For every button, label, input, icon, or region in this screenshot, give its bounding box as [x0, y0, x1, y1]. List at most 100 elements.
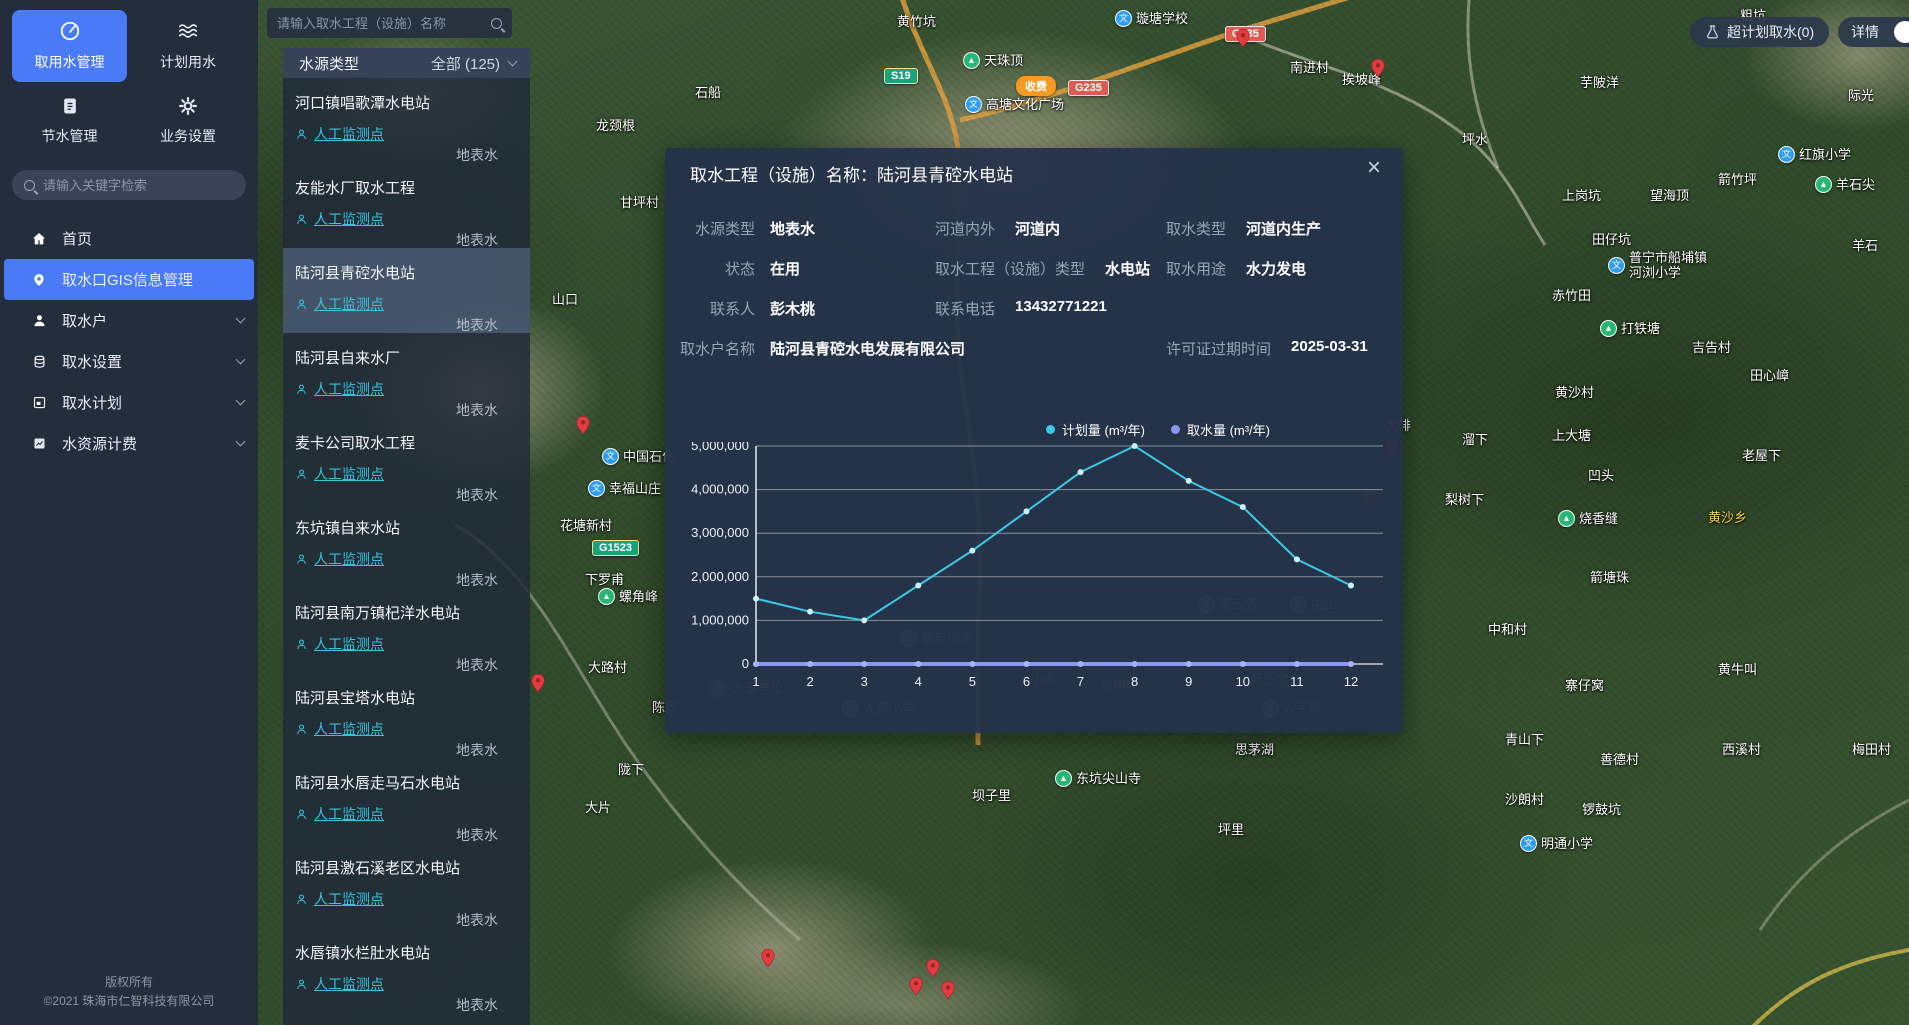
list-item[interactable]: 友能水厂取水工程人工监测点地表水 — [283, 163, 530, 248]
map-red-marker[interactable] — [938, 980, 958, 1000]
toggle-knob-icon[interactable] — [1894, 21, 1909, 43]
list-item[interactable]: 陆河县激石溪老区水电站人工监测点地表水 — [283, 843, 530, 928]
map-label: 黄竹坑 — [897, 14, 936, 29]
tile-label: 业务设置 — [160, 126, 216, 146]
map-label: ▲打铁塘 — [1600, 320, 1660, 337]
sidebar: 取用水管理 计划用水 节水管理 业务设置 — [0, 0, 258, 1025]
legend-dot-icon — [1171, 425, 1180, 434]
menu-item-gis-management[interactable]: 取水口GIS信息管理 — [4, 259, 254, 300]
station-meta: 人工监测点 — [295, 379, 516, 399]
menu-item-intake-plan[interactable]: 取水计划 — [0, 382, 258, 423]
svg-text:11: 11 — [1290, 674, 1304, 689]
map-red-marker[interactable] — [758, 948, 778, 968]
map-label: 芋陂洋 — [1580, 75, 1619, 90]
svg-text:3,000,000: 3,000,000 — [691, 525, 749, 540]
legend-entry: 取水量 (m³/年) — [1171, 420, 1270, 439]
keyword-search-input[interactable] — [43, 178, 213, 193]
monitor-tag: 人工监测点 — [295, 974, 384, 994]
station-search-input[interactable] — [277, 16, 491, 31]
map-label: 锣鼓坑 — [1582, 802, 1621, 817]
station-list: 河口镇唱歌潭水电站人工监测点地表水友能水厂取水工程人工监测点地表水陆河县青硿水电… — [283, 78, 530, 1013]
field-value: 水力发电 — [1246, 258, 1306, 279]
map-label: 老屋下 — [1742, 448, 1781, 463]
map-label: ▲羊石尖 — [1815, 176, 1875, 193]
chevron-down-icon — [236, 437, 246, 447]
list-item[interactable]: 水唇镇水栏肚水电站人工监测点地表水 — [283, 928, 530, 1013]
list-item[interactable]: 东坑镇自来水站人工监测点地表水 — [283, 503, 530, 588]
detail-toggle[interactable]: 详情 — [1838, 17, 1909, 47]
map-label: 龙颈根 — [596, 118, 635, 133]
menu-item-intake-settings[interactable]: 取水设置 — [0, 341, 258, 382]
intake-chart: 01,000,0002,000,0003,000,0004,000,0005,0… — [677, 442, 1391, 709]
field-label: 水源类型 — [665, 218, 755, 239]
field-value: 陆河县青硿水电发展有限公司 — [770, 338, 965, 359]
list-item[interactable]: 河口镇唱歌潭水电站人工监测点地表水 — [283, 78, 530, 163]
app-window: 黄竹坑石船龙颈根粗坑南进村挨坡峰芋陂洋际光坪水箭竹坪望海顶上岗坑甘坪村山口田仔坑… — [0, 0, 1909, 1025]
station-name: 陆河县南万镇杞洋水电站 — [295, 602, 516, 623]
filter-value: 全部 (125) — [431, 53, 500, 74]
menu-item-water-billing[interactable]: 水资源计费 — [0, 423, 258, 464]
tile-water-saving-mgmt[interactable]: 节水管理 — [12, 90, 127, 152]
menu-item-water-users[interactable]: 取水户 — [0, 300, 258, 341]
field-value: 地表水 — [770, 218, 815, 239]
list-item[interactable]: 陆河县自来水厂人工监测点地表水 — [283, 333, 530, 418]
water-source-type: 地表水 — [456, 485, 498, 505]
tile-planned-water[interactable]: 计划用水 — [130, 10, 246, 82]
station-meta: 人工监测点 — [295, 889, 516, 909]
station-name: 陆河县水唇走马石水电站 — [295, 772, 516, 793]
poi-school-icon: 文 — [1520, 835, 1537, 852]
monitor-tag: 人工监测点 — [295, 464, 384, 484]
tile-water-intake-mgmt[interactable]: 取用水管理 — [12, 10, 127, 82]
list-item[interactable]: 陆河县南万镇杞洋水电站人工监测点地表水 — [283, 588, 530, 673]
over-plan-badge[interactable]: 超计划取水(0) — [1690, 17, 1829, 47]
svg-text:3: 3 — [861, 674, 868, 689]
map-label: 下罗甫 — [585, 572, 624, 587]
map-red-marker[interactable] — [906, 976, 926, 996]
station-name: 陆河县宝塔水电站 — [295, 687, 516, 708]
field-value: 河道内生产 — [1246, 218, 1321, 239]
keyword-search-box[interactable] — [12, 170, 246, 200]
map-red-marker[interactable] — [923, 958, 943, 978]
modal-field: 许可证过期时间2025-03-31 — [1166, 338, 1368, 359]
map-label: ▲烧香缝 — [1558, 510, 1618, 527]
map-label: 中和村 — [1488, 622, 1527, 637]
monitor-tag: 人工监测点 — [295, 634, 384, 654]
field-label: 河道内外 — [935, 218, 995, 239]
modal-title: 取水工程（设施）名称：陆河县青硿水电站 — [690, 161, 1013, 186]
close-icon[interactable]: × — [1367, 156, 1381, 180]
poi-mountain-icon: ▲ — [1558, 510, 1575, 527]
water-source-type: 地表水 — [456, 145, 498, 165]
monitor-tag: 人工监测点 — [295, 124, 384, 144]
station-meta: 人工监测点 — [295, 974, 516, 994]
modal-field: 取水用途水力发电 — [1166, 258, 1306, 279]
svg-text:5,000,000: 5,000,000 — [691, 442, 749, 453]
map-label: 羊石 — [1852, 238, 1878, 253]
map-label: 陇下 — [618, 762, 644, 777]
svg-text:5: 5 — [969, 674, 976, 689]
field-label: 取水工程（设施）类型 — [935, 258, 1085, 279]
map-red-marker[interactable] — [528, 673, 548, 693]
map-label: 文高塘文化广场 — [965, 96, 1064, 113]
station-search-box[interactable] — [267, 8, 512, 38]
chevron-down-icon — [236, 314, 246, 324]
map-red-marker[interactable] — [1368, 58, 1388, 78]
field-value: 水电站 — [1105, 258, 1150, 279]
menu-item-home[interactable]: 首页 — [0, 218, 258, 259]
list-item[interactable]: 陆河县宝塔水电站人工监测点地表水 — [283, 673, 530, 758]
svg-text:7: 7 — [1077, 674, 1084, 689]
map-red-marker[interactable] — [1233, 28, 1253, 48]
tile-business-settings[interactable]: 业务设置 — [130, 90, 246, 152]
water-source-filter[interactable]: 水源类型 全部 (125) — [283, 48, 530, 78]
station-meta: 人工监测点 — [295, 804, 516, 824]
chevron-down-icon — [236, 355, 246, 365]
station-meta: 人工监测点 — [295, 549, 516, 569]
monitor-tag: 人工监测点 — [295, 209, 384, 229]
water-source-type: 地表水 — [456, 315, 498, 335]
list-item[interactable]: 麦卡公司取水工程人工监测点地表水 — [283, 418, 530, 503]
map-red-marker[interactable] — [573, 415, 593, 435]
chart-legend: 计划量 (m³/年)取水量 (m³/年) — [1046, 420, 1270, 439]
map-label: 田仔坑 — [1592, 232, 1631, 247]
station-meta: 人工监测点 — [295, 634, 516, 654]
list-item[interactable]: 陆河县水唇走马石水电站人工监测点地表水 — [283, 758, 530, 843]
list-item[interactable]: 陆河县青硿水电站人工监测点地表水 — [283, 248, 530, 333]
